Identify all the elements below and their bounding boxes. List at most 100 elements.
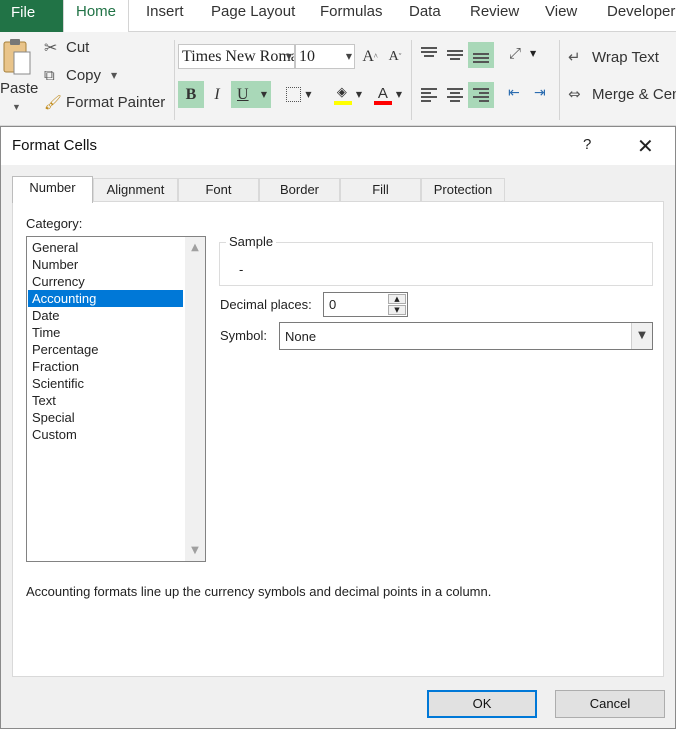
align-right-button[interactable] — [468, 82, 494, 108]
sample-value: - — [239, 262, 244, 277]
align-center-button[interactable] — [442, 82, 468, 108]
orientation-button[interactable]: ⤢ ▼ — [505, 42, 539, 68]
font-size-combobox[interactable]: 10 ▼ — [295, 44, 355, 69]
format-painter-button[interactable]: 🖌 Format Painter — [44, 94, 165, 111]
tab-home[interactable]: Home — [63, 0, 130, 33]
underline-button[interactable]: U ▼ — [231, 81, 271, 108]
merge-center-button[interactable]: ⇔ Merge & Center — [568, 85, 676, 103]
wrap-text-icon: ↵ — [568, 48, 581, 66]
spin-up-icon[interactable]: ▲ — [388, 294, 406, 304]
font-size-dropdown-icon[interactable]: ▼ — [346, 45, 352, 68]
decimal-places-spinner[interactable]: 0 ▲ ▼ — [323, 292, 408, 317]
decimal-places-label: Decimal places: — [220, 297, 312, 312]
format-painter-label: Format Painter — [66, 94, 166, 111]
font-color-dropdown-icon[interactable]: ▼ — [396, 90, 402, 99]
grow-font-icon: A — [362, 47, 374, 65]
ok-button[interactable]: OK — [427, 690, 537, 718]
paintbrush-icon: 🖌 — [44, 94, 62, 111]
category-item[interactable]: General — [28, 239, 183, 256]
tab-fill[interactable]: Fill — [340, 178, 421, 202]
sample-group: Sample - — [219, 234, 653, 286]
top-align-button[interactable] — [416, 42, 442, 68]
category-scrollbar[interactable]: ▲ ▼ — [185, 237, 205, 561]
copy-button[interactable]: ⧉ Copy ▼ — [44, 66, 117, 84]
category-item[interactable]: Custom — [28, 426, 183, 443]
copy-icon: ⧉ — [44, 66, 55, 84]
tab-file[interactable]: File — [0, 0, 63, 32]
tab-developer[interactable]: Developer — [607, 0, 675, 32]
close-button[interactable]: ✕ — [637, 134, 654, 158]
tab-protection[interactable]: Protection — [421, 178, 505, 202]
group-divider — [559, 40, 560, 120]
symbol-select[interactable]: None ▼ — [279, 322, 653, 350]
spin-down-icon[interactable]: ▼ — [388, 305, 406, 315]
category-item[interactable]: Date — [28, 307, 183, 324]
fill-color-dropdown-icon[interactable]: ▼ — [356, 90, 362, 99]
paste-label: Paste — [0, 80, 39, 97]
tab-data[interactable]: Data — [409, 0, 441, 32]
category-label: Category: — [26, 216, 83, 231]
font-color-button[interactable]: A ▼ — [369, 81, 407, 108]
increase-indent-button[interactable]: ⇥ — [531, 82, 557, 108]
fill-bucket-icon: ◈ — [333, 85, 352, 105]
category-item[interactable]: Time — [28, 324, 183, 341]
decrease-indent-button[interactable]: ⇤ — [505, 82, 531, 108]
tab-alignment[interactable]: Alignment — [93, 178, 178, 202]
shrink-font-icon: A — [388, 48, 399, 64]
wrap-text-button[interactable]: ↵ Wrap Text — [568, 48, 659, 66]
category-item[interactable]: Fraction — [28, 358, 183, 375]
increase-indent-icon: ⇥ — [534, 85, 546, 101]
category-item[interactable]: Percentage — [28, 341, 183, 358]
paste-dropdown-icon[interactable]: ▼ — [12, 102, 21, 112]
tab-review[interactable]: Review — [470, 0, 519, 32]
middle-align-button[interactable] — [442, 42, 468, 68]
font-name-combobox[interactable]: Times New Roman ▼ — [178, 44, 295, 69]
tab-view[interactable]: View — [545, 0, 577, 32]
copy-dropdown-icon[interactable]: ▼ — [111, 71, 117, 80]
format-description: Accounting formats line up the currency … — [26, 584, 492, 599]
borders-button[interactable]: ▼ — [281, 81, 317, 108]
help-button[interactable]: ? — [583, 136, 591, 153]
copy-label: Copy — [66, 66, 102, 84]
format-cells-dialog: Format Cells ? ✕ Number Alignment Font B… — [0, 126, 676, 729]
cut-button[interactable]: ✂ Cut — [44, 38, 89, 57]
cancel-button[interactable]: Cancel — [555, 690, 665, 718]
dialog-titlebar: Format Cells ? ✕ — [1, 127, 675, 165]
orientation-icon: ⤢ — [509, 44, 522, 62]
tab-page-layout[interactable]: Page Layout — [211, 0, 295, 32]
orientation-dropdown-icon[interactable]: ▼ — [530, 49, 536, 58]
category-item[interactable]: Scientific — [28, 375, 183, 392]
shrink-font-button[interactable]: Aˇ — [382, 43, 408, 70]
category-item[interactable]: Number — [28, 256, 183, 273]
grow-font-button[interactable]: A ^ — [357, 43, 383, 70]
category-item[interactable]: Text — [28, 392, 183, 409]
font-name-dropdown-icon[interactable]: ▼ — [286, 45, 292, 68]
fill-color-button[interactable]: ◈ ▼ — [329, 81, 367, 108]
ribbon-home: Paste ▼ ✂ Cut ⧉ Copy ▼ 🖌 Format Painter … — [0, 32, 676, 126]
underline-label: U — [237, 85, 249, 103]
cut-label: Cut — [66, 39, 90, 56]
underline-dropdown-icon[interactable]: ▼ — [261, 90, 267, 99]
category-item-selected[interactable]: Accounting — [28, 290, 183, 307]
dialog-title: Format Cells — [12, 137, 98, 154]
wrap-text-label: Wrap Text — [592, 48, 659, 66]
tab-font[interactable]: Font — [178, 178, 259, 202]
scroll-up-icon[interactable]: ▲ — [185, 239, 205, 256]
bottom-align-button[interactable] — [468, 42, 494, 68]
tab-insert[interactable]: Insert — [146, 0, 184, 32]
bold-button[interactable]: B — [178, 81, 204, 108]
font-color-icon: A — [373, 85, 392, 105]
category-listbox[interactable]: General Number Currency Accounting Date … — [26, 236, 206, 562]
category-item[interactable]: Special — [28, 409, 183, 426]
italic-button[interactable]: I — [204, 81, 230, 108]
font-size-value: 10 — [299, 48, 315, 65]
tab-number[interactable]: Number — [12, 176, 93, 203]
tab-border[interactable]: Border — [259, 178, 340, 202]
borders-dropdown-icon[interactable]: ▼ — [305, 90, 311, 99]
tab-formulas[interactable]: Formulas — [320, 0, 383, 32]
scroll-down-icon[interactable]: ▼ — [185, 542, 205, 559]
chevron-down-icon[interactable]: ▼ — [631, 323, 652, 349]
ribbon-tab-bar: File Home Insert Page Layout Formulas Da… — [0, 0, 676, 33]
align-left-button[interactable] — [416, 82, 442, 108]
category-item[interactable]: Currency — [28, 273, 183, 290]
